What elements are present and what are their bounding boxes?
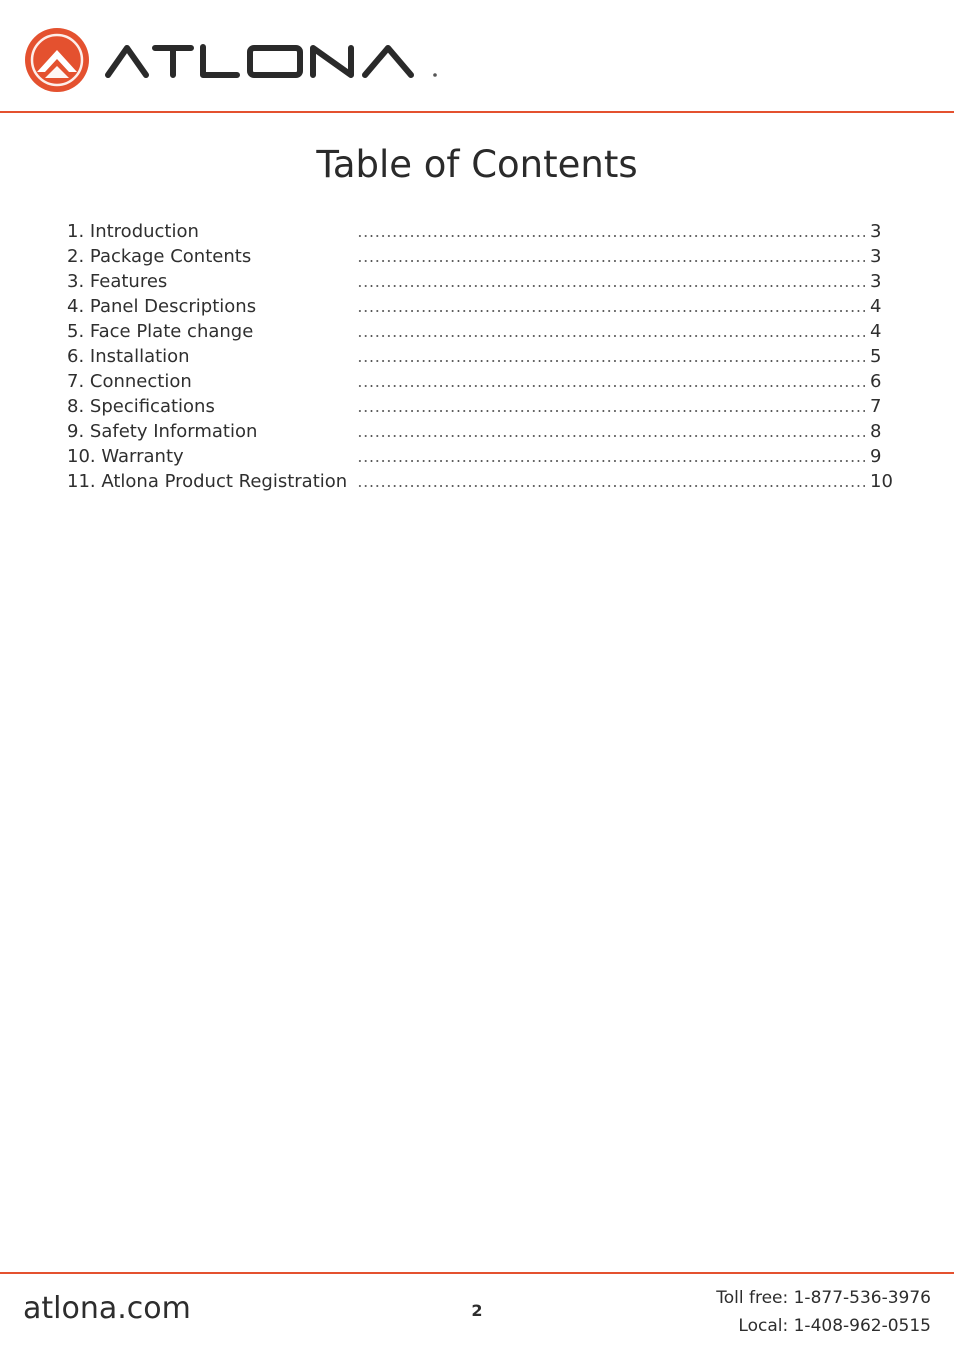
toc-entry-title: 3. Features [67,271,168,292]
toc-entry-title: 1. Introduction [67,221,199,242]
toc-entry-panel-descriptions[interactable]: 4. Panel Descriptions 4 [67,294,907,319]
header-logo [23,25,443,95]
toc-leader-dots [357,269,865,294]
toc-entry-page: 8 [870,421,882,442]
toc-leader-dots [357,244,865,269]
toc-leader-dots [357,319,865,344]
toc-entry-face-plate-change[interactable]: 5. Face Plate change 4 [67,319,907,344]
toc-entry-installation[interactable]: 6. Installation 5 [67,344,907,369]
toc-leader-dots [357,444,865,469]
toc-entry-page: 3 [870,246,882,267]
toc-entry-title: 4. Panel Descriptions [67,296,257,317]
toc-entry-title: 2. Package Contents [67,246,252,267]
toc-leader-dots [357,394,865,419]
toc-entry-page: 4 [870,321,882,342]
toc-entry-package-contents[interactable]: 2. Package Contents 3 [67,244,907,269]
toc-entry-title: 7. Connection [67,371,192,392]
toc-entry-title: 9. Safety Information [67,421,258,442]
toc-entry-page: 10 [870,471,893,492]
toc-entry-safety-information[interactable]: 9. Safety Information 8 [67,419,907,444]
toc-entry-title: 6. Installation [67,346,190,367]
toc-entry-page: 7 [870,396,882,417]
toc-entry-title: 8. Specifications [67,396,215,417]
atlona-wordmark [105,44,437,78]
toc-leader-dots [357,369,865,394]
footer-divider [0,1272,954,1274]
table-of-contents: 1. Introduction 3 2. Package Contents 3 … [67,219,907,494]
toc-entry-title: 11. Atlona Product Registration [67,471,348,492]
toc-leader-dots [357,469,865,494]
toc-leader-dots [357,344,865,369]
toc-leader-dots [357,294,865,319]
toc-entry-page: 4 [870,296,882,317]
footer-toll-free: Toll free: 1-877-536-3976 [716,1288,931,1308]
footer-contact: Toll free: 1-877-536-3976 Local: 1-408-9… [716,1284,931,1340]
toc-entry-introduction[interactable]: 1. Introduction 3 [67,219,907,244]
toc-entry-page: 5 [870,346,882,367]
toc-entry-title: 5. Face Plate change [67,321,254,342]
toc-entry-product-registration[interactable]: 11. Atlona Product Registration 10 [67,469,907,494]
toc-entry-page: 3 [870,221,882,242]
toc-leader-dots [357,419,865,444]
toc-entry-warranty[interactable]: 10. Warranty 9 [67,444,907,469]
toc-entry-page: 3 [870,271,882,292]
header-divider [0,111,954,113]
toc-entry-specifications[interactable]: 8. Specifications 7 [67,394,907,419]
atlona-logo-icon [25,28,89,92]
toc-entry-page: 6 [870,371,882,392]
toc-leader-dots [357,219,865,244]
toc-entry-title: 10. Warranty [67,446,184,467]
toc-entry-features[interactable]: 3. Features 3 [67,269,907,294]
toc-entry-connection[interactable]: 7. Connection 6 [67,369,907,394]
footer-local-phone: Local: 1-408-962-0515 [738,1316,931,1336]
page-title: Table of Contents [316,143,638,186]
toc-entry-page: 9 [870,446,882,467]
